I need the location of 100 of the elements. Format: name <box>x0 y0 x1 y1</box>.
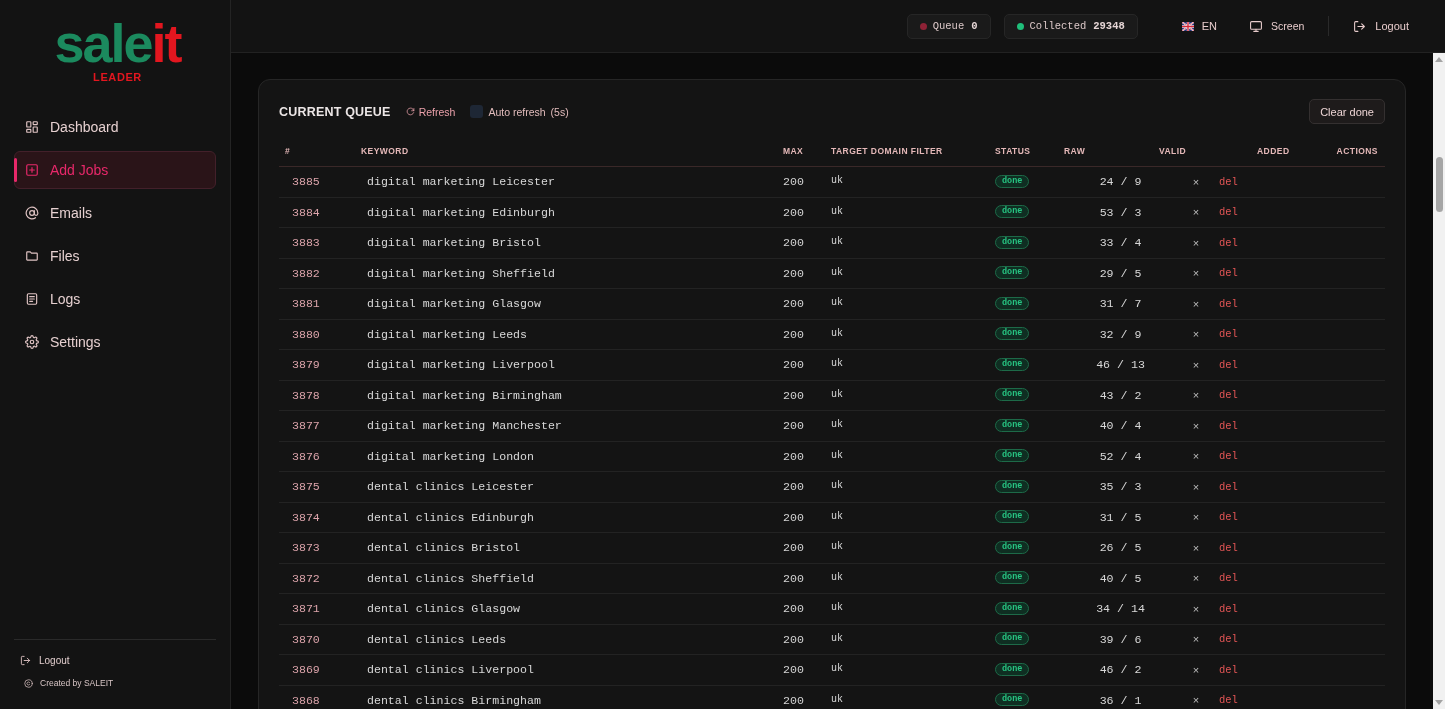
table-cell-text: 3874 <box>291 510 320 524</box>
remove-button[interactable]: × <box>1192 267 1200 280</box>
language-button[interactable]: EN <box>1181 20 1218 32</box>
remove-button[interactable]: × <box>1192 419 1200 432</box>
status-badge: done <box>995 479 1030 493</box>
status-badge: done <box>995 174 1030 188</box>
remove-button[interactable]: × <box>1192 236 1200 249</box>
table-cell-text: 36 / 1 <box>1098 693 1142 707</box>
copyright-icon <box>24 678 33 688</box>
status-badge: done <box>995 693 1030 707</box>
table-cell: uk <box>831 480 843 492</box>
column-header: ACTIONS <box>1335 146 1379 156</box>
table-cell-text: digital marketing Leeds <box>366 327 528 341</box>
table-cell: uk <box>831 358 843 370</box>
table-cell-text: dental clinics Birmingham <box>366 693 541 707</box>
column-header: # <box>284 146 291 156</box>
table-cell-text: 3876 <box>291 449 320 463</box>
table-cell: 200 <box>783 510 804 524</box>
table-cell-text: 3871 <box>291 602 320 616</box>
remove-button[interactable]: × <box>1192 663 1200 676</box>
grid-icon <box>25 120 39 134</box>
remove-button[interactable]: × <box>1192 480 1200 493</box>
nav-item[interactable]: Files <box>14 237 216 275</box>
remove-button[interactable]: × <box>1192 633 1200 646</box>
scrollbar-thumb[interactable] <box>1435 157 1443 212</box>
auto-refresh-checkbox[interactable] <box>470 105 484 118</box>
table-cell: uk <box>831 266 843 278</box>
refresh-button[interactable]: Refresh <box>405 105 456 118</box>
stat-label: Queue <box>932 20 965 32</box>
remove-button[interactable]: × <box>1192 511 1200 524</box>
delete-link[interactable]: del <box>1219 206 1238 219</box>
delete-link[interactable]: del <box>1219 511 1238 524</box>
delete-link[interactable]: del <box>1219 175 1238 188</box>
delete-link[interactable]: del <box>1219 236 1238 249</box>
delete-link[interactable]: del <box>1219 572 1238 585</box>
scrollbar[interactable] <box>1433 53 1445 709</box>
remove-button[interactable]: × <box>1192 206 1200 219</box>
table-cell-text: 53 / 3 <box>1098 205 1142 219</box>
delete-link[interactable]: del <box>1219 602 1238 615</box>
status-badge: done <box>995 449 1030 463</box>
nav-item[interactable]: Emails <box>14 194 216 232</box>
remove-button[interactable]: × <box>1192 694 1200 707</box>
table-cell-text: 3870 <box>291 632 320 646</box>
delete-link[interactable]: del <box>1219 328 1238 341</box>
remove-button[interactable]: × <box>1192 175 1200 188</box>
table-cell-text: digital marketing Edinburgh <box>366 205 555 219</box>
table-cell-text: 26 / 5 <box>1098 541 1142 555</box>
table-cell-text: 34 / 14 <box>1095 602 1145 616</box>
column-header: TARGET DOMAIN FILTER <box>830 146 943 156</box>
status-badge: done <box>995 205 1030 219</box>
delete-link[interactable]: del <box>1219 358 1238 371</box>
nav-item[interactable]: Add Jobs <box>14 151 216 189</box>
table-cell-text: 31 / 5 <box>1098 510 1142 524</box>
table-cell-text: digital marketing Glasgow <box>366 297 541 311</box>
table-cell-text: 35 / 3 <box>1098 480 1142 494</box>
caret-down-icon[interactable] <box>1435 700 1443 705</box>
table-cell-text: 24 / 9 <box>1098 175 1142 189</box>
clear-done-button[interactable]: Clear done <box>1309 99 1385 124</box>
delete-link[interactable]: del <box>1219 419 1238 432</box>
status-badge: done <box>995 662 1030 676</box>
table-cell: 200 <box>783 358 804 372</box>
remove-button[interactable]: × <box>1192 572 1200 585</box>
table-cell: uk <box>831 571 843 583</box>
nav-item[interactable]: Logs <box>14 280 216 318</box>
nav-item[interactable]: Settings <box>14 323 216 361</box>
remove-button[interactable]: × <box>1192 389 1200 402</box>
delete-link[interactable]: del <box>1219 663 1238 676</box>
remove-button[interactable]: × <box>1192 297 1200 310</box>
nav-item[interactable]: Dashboard <box>14 108 216 146</box>
delete-link[interactable]: del <box>1219 541 1238 554</box>
delete-link[interactable]: del <box>1219 633 1238 646</box>
table-cell-text: 3868 <box>291 693 320 707</box>
stat-value: 0 <box>971 20 978 32</box>
table-cell-text: digital marketing Sheffield <box>366 266 555 280</box>
table-cell-text: 3872 <box>291 571 320 585</box>
remove-button[interactable]: × <box>1192 602 1200 615</box>
delete-link[interactable]: del <box>1219 389 1238 402</box>
table-cell: 200 <box>783 602 804 616</box>
remove-button[interactable]: × <box>1192 328 1200 341</box>
delete-link[interactable]: del <box>1219 297 1238 310</box>
table-cell: uk <box>831 541 843 553</box>
logout-button[interactable]: Logout <box>1353 19 1409 33</box>
logout-link[interactable]: Logout <box>14 650 70 670</box>
table-cell-text: 3883 <box>291 236 320 250</box>
table-cell: 200 <box>783 419 804 433</box>
status-badge: done <box>995 235 1030 249</box>
delete-link[interactable]: del <box>1219 450 1238 463</box>
screen-button[interactable]: Screen <box>1249 19 1305 33</box>
delete-link[interactable]: del <box>1219 694 1238 707</box>
remove-button[interactable]: × <box>1192 450 1200 463</box>
delete-link[interactable]: del <box>1219 267 1238 280</box>
table-cell-text: 40 / 5 <box>1098 571 1142 585</box>
remove-button[interactable]: × <box>1192 358 1200 371</box>
caret-up-icon[interactable] <box>1435 57 1443 62</box>
table-cell-text: 3882 <box>291 266 320 280</box>
status-badge: done <box>995 601 1030 615</box>
status-badge: done <box>995 540 1030 554</box>
remove-button[interactable]: × <box>1192 541 1200 554</box>
delete-link[interactable]: del <box>1219 480 1238 493</box>
table-cell-text: 32 / 9 <box>1098 327 1142 341</box>
